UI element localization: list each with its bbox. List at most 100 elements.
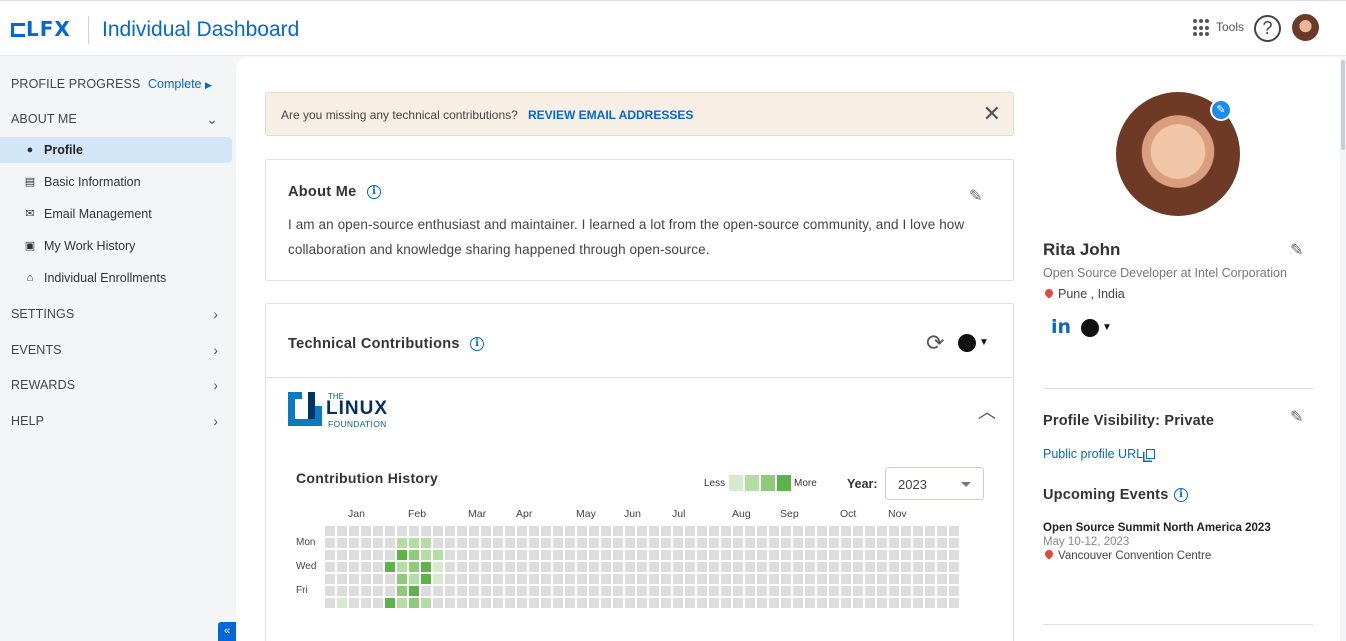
heatmap-cell[interactable] [625, 586, 635, 596]
heatmap-cell[interactable] [913, 550, 923, 560]
heatmap-cell[interactable] [361, 526, 371, 536]
heatmap-cell[interactable] [697, 550, 707, 560]
heatmap-cell[interactable] [553, 574, 563, 584]
heatmap-cell[interactable] [673, 562, 683, 572]
heatmap-cell[interactable] [793, 574, 803, 584]
heatmap-cell[interactable] [637, 598, 647, 608]
heatmap-cell[interactable] [889, 562, 899, 572]
heatmap-cell[interactable] [493, 550, 503, 560]
heatmap-cell[interactable] [937, 598, 947, 608]
heatmap-cell[interactable] [373, 526, 383, 536]
heatmap-cell[interactable] [349, 526, 359, 536]
heatmap-cell[interactable] [697, 574, 707, 584]
heatmap-cell[interactable] [853, 562, 863, 572]
heatmap-cell[interactable] [901, 598, 911, 608]
heatmap-cell[interactable] [445, 562, 455, 572]
heatmap-cell[interactable] [457, 574, 467, 584]
heatmap-cell[interactable] [541, 526, 551, 536]
heatmap-cell[interactable] [433, 598, 443, 608]
heatmap-cell[interactable] [505, 538, 515, 548]
heatmap-cell[interactable] [757, 538, 767, 548]
heatmap-cell[interactable] [493, 526, 503, 536]
heatmap-cell[interactable] [445, 598, 455, 608]
heatmap-cell[interactable] [661, 598, 671, 608]
heatmap-cell[interactable] [901, 586, 911, 596]
heatmap-cell[interactable] [553, 598, 563, 608]
heatmap-cell[interactable] [469, 586, 479, 596]
heatmap-cell[interactable] [697, 538, 707, 548]
heatmap-cell[interactable] [649, 598, 659, 608]
heatmap-cell[interactable] [385, 562, 395, 572]
heatmap-cell[interactable] [733, 550, 743, 560]
heatmap-cell[interactable] [913, 598, 923, 608]
collapse-sidebar-icon[interactable]: « [218, 622, 236, 641]
sidebar-section-about-me[interactable]: ABOUT ME ⌄ [0, 106, 232, 132]
profile-progress-status[interactable]: Complete ▶ [148, 77, 212, 91]
heatmap-cell[interactable] [553, 586, 563, 596]
heatmap-cell[interactable] [781, 550, 791, 560]
heatmap-cell[interactable] [553, 538, 563, 548]
sidebar-item-email-management[interactable]: ✉ Email Management [0, 201, 232, 227]
heatmap-cell[interactable] [361, 586, 371, 596]
heatmap-cell[interactable] [385, 574, 395, 584]
heatmap-cell[interactable] [565, 598, 575, 608]
heatmap-cell[interactable] [445, 586, 455, 596]
heatmap-cell[interactable] [625, 526, 635, 536]
lfx-logo[interactable]: LFX [11, 18, 71, 40]
heatmap-cell[interactable] [397, 550, 407, 560]
info-icon[interactable]: i [470, 337, 484, 351]
heatmap-cell[interactable] [865, 562, 875, 572]
heatmap-cell[interactable] [829, 574, 839, 584]
heatmap-cell[interactable] [493, 586, 503, 596]
heatmap-cell[interactable] [673, 574, 683, 584]
heatmap-cell[interactable] [457, 538, 467, 548]
edit-pencil-icon[interactable]: ✎ [1290, 240, 1303, 260]
heatmap-cell[interactable] [817, 574, 827, 584]
heatmap-cell[interactable] [817, 562, 827, 572]
heatmap-cell[interactable] [709, 586, 719, 596]
heatmap-cell[interactable] [781, 574, 791, 584]
heatmap-cell[interactable] [865, 586, 875, 596]
heatmap-cell[interactable] [349, 538, 359, 548]
info-icon[interactable]: i [1174, 488, 1188, 502]
heatmap-cell[interactable] [409, 550, 419, 560]
heatmap-cell[interactable] [541, 550, 551, 560]
heatmap-cell[interactable] [805, 574, 815, 584]
heatmap-cell[interactable] [817, 526, 827, 536]
heatmap-cell[interactable] [325, 562, 335, 572]
heatmap-cell[interactable] [745, 550, 755, 560]
heatmap-cell[interactable] [409, 526, 419, 536]
public-profile-url-link[interactable]: Public profile URL [1043, 447, 1156, 461]
close-icon[interactable]: ✕ [983, 102, 1001, 126]
github-icon[interactable] [958, 334, 976, 352]
heatmap-cell[interactable] [457, 586, 467, 596]
user-avatar[interactable] [1292, 14, 1319, 41]
heatmap-cell[interactable] [385, 598, 395, 608]
heatmap-cell[interactable] [805, 550, 815, 560]
heatmap-cell[interactable] [709, 574, 719, 584]
heatmap-cell[interactable] [781, 586, 791, 596]
heatmap-cell[interactable] [649, 538, 659, 548]
heatmap-cell[interactable] [733, 598, 743, 608]
heatmap-cell[interactable] [469, 550, 479, 560]
heatmap-cell[interactable] [937, 526, 947, 536]
heatmap-cell[interactable] [889, 538, 899, 548]
heatmap-cell[interactable] [661, 526, 671, 536]
heatmap-cell[interactable] [421, 574, 431, 584]
heatmap-cell[interactable] [433, 574, 443, 584]
heatmap-cell[interactable] [649, 526, 659, 536]
heatmap-cell[interactable] [505, 562, 515, 572]
heatmap-cell[interactable] [409, 574, 419, 584]
heatmap-cell[interactable] [493, 538, 503, 548]
heatmap-cell[interactable] [865, 526, 875, 536]
heatmap-cell[interactable] [769, 574, 779, 584]
heatmap-cell[interactable] [637, 550, 647, 560]
heatmap-cell[interactable] [625, 550, 635, 560]
heatmap-cell[interactable] [613, 574, 623, 584]
heatmap-cell[interactable] [925, 550, 935, 560]
heatmap-cell[interactable] [409, 586, 419, 596]
heatmap-cell[interactable] [733, 562, 743, 572]
heatmap-cell[interactable] [325, 538, 335, 548]
heatmap-cell[interactable] [937, 586, 947, 596]
heatmap-cell[interactable] [613, 562, 623, 572]
